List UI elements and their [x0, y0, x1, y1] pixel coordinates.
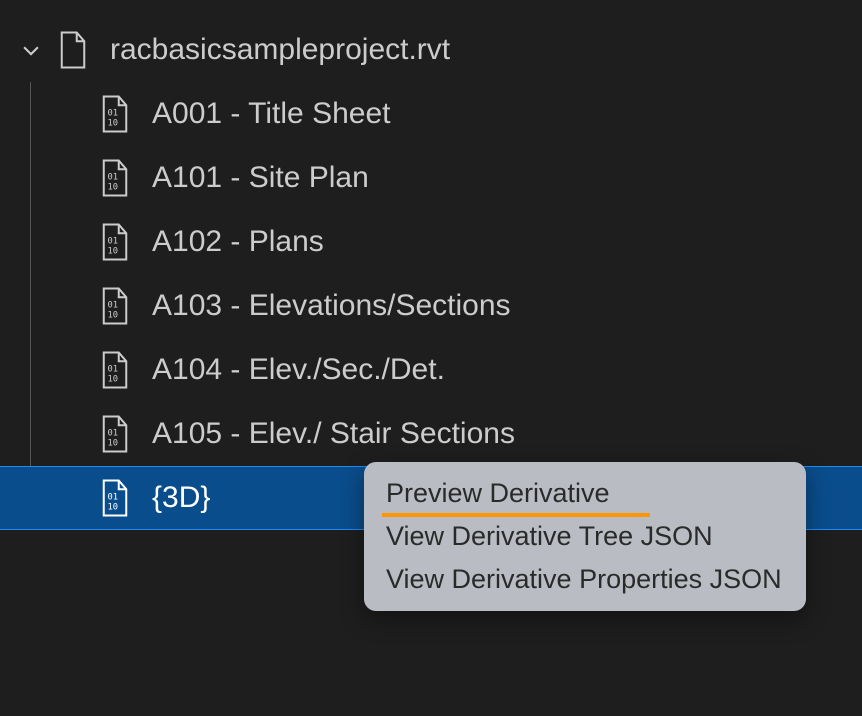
binary-file-icon: 01 10 [100, 95, 130, 133]
tree-item-label: A102 - Plans [152, 225, 324, 259]
binary-file-icon: 01 10 [100, 351, 130, 389]
binary-file-icon: 01 10 [100, 479, 130, 517]
tree-item-5[interactable]: 01 10 A105 - Elev./ Stair Sections [0, 402, 862, 466]
tree-item-label: A101 - Site Plan [152, 161, 369, 195]
tree-item-label: A105 - Elev./ Stair Sections [152, 417, 515, 451]
tree-item-3[interactable]: 01 10 A103 - Elevations/Sections [0, 274, 862, 338]
binary-file-icon: 01 10 [100, 223, 130, 261]
file-tree: racbasicsampleproject.rvt 01 10 A001 - T… [0, 0, 862, 530]
context-menu: Preview Derivative View Derivative Tree … [364, 462, 806, 611]
svg-text:10: 10 [108, 182, 119, 192]
svg-text:10: 10 [108, 502, 119, 512]
binary-file-icon: 01 10 [100, 159, 130, 197]
context-menu-item-label: View Derivative Properties JSON [386, 564, 782, 594]
tree-root-row[interactable]: racbasicsampleproject.rvt [0, 18, 862, 82]
svg-text:01: 01 [108, 492, 119, 502]
file-icon [58, 31, 88, 69]
tree-item-2[interactable]: 01 10 A102 - Plans [0, 210, 862, 274]
tree-item-label: A103 - Elevations/Sections [152, 289, 511, 323]
svg-text:01: 01 [108, 236, 119, 246]
svg-text:01: 01 [108, 364, 119, 374]
svg-text:01: 01 [108, 428, 119, 438]
svg-text:01: 01 [108, 300, 119, 310]
chevron-down-icon[interactable] [20, 39, 42, 61]
context-menu-view-properties-json[interactable]: View Derivative Properties JSON [364, 558, 806, 601]
context-menu-preview-derivative[interactable]: Preview Derivative [364, 472, 806, 515]
tree-item-4[interactable]: 01 10 A104 - Elev./Sec./Det. [0, 338, 862, 402]
svg-text:10: 10 [108, 438, 119, 448]
svg-text:10: 10 [108, 374, 119, 384]
context-menu-item-label: View Derivative Tree JSON [386, 521, 713, 551]
tree-item-label: A001 - Title Sheet [152, 97, 390, 131]
binary-file-icon: 01 10 [100, 415, 130, 453]
svg-text:10: 10 [108, 310, 119, 320]
svg-text:10: 10 [108, 118, 119, 128]
svg-text:01: 01 [108, 172, 119, 182]
svg-text:10: 10 [108, 246, 119, 256]
root-label: racbasicsampleproject.rvt [110, 33, 450, 67]
tree-item-0[interactable]: 01 10 A001 - Title Sheet [0, 82, 862, 146]
svg-text:01: 01 [108, 108, 119, 118]
tree-item-label: {3D} [152, 481, 210, 515]
context-menu-view-tree-json[interactable]: View Derivative Tree JSON [364, 515, 806, 558]
binary-file-icon: 01 10 [100, 287, 130, 325]
context-menu-item-label: Preview Derivative [386, 478, 610, 508]
tree-item-label: A104 - Elev./Sec./Det. [152, 353, 445, 387]
tree-item-1[interactable]: 01 10 A101 - Site Plan [0, 146, 862, 210]
